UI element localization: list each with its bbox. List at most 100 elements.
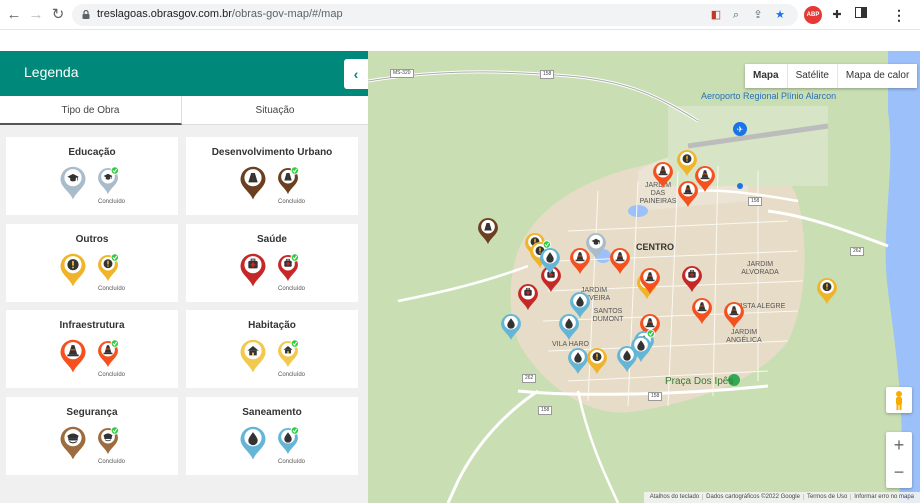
map-marker-11[interactable] (692, 298, 712, 325)
check-badge-icon (290, 253, 300, 262)
map-marker-0[interactable] (478, 218, 498, 245)
report-error-link[interactable]: Informar erro no mapa (851, 494, 917, 500)
map-marker-19[interactable] (587, 348, 607, 375)
concluido-label: Concluído (98, 372, 126, 378)
map-type-control: Mapa Satélite Mapa de calor (745, 64, 918, 88)
terms-link[interactable]: Termos de Uso (803, 494, 852, 500)
exclamation-icon (682, 154, 692, 164)
map-marker-5[interactable] (610, 248, 630, 275)
check-badge-icon (290, 426, 300, 435)
legend-pins (240, 166, 300, 200)
adblock-extension-icon[interactable]: ABP (804, 6, 822, 24)
check-badge-icon (646, 329, 656, 338)
exclamation-icon (103, 259, 113, 269)
map-marker-24[interactable] (695, 166, 715, 193)
zoom-in-button[interactable]: + (886, 435, 912, 456)
legend-pin[interactable] (240, 166, 266, 200)
legend-pins (240, 253, 300, 287)
legend-card-3: Saúde Concluído (186, 224, 358, 302)
zoom-icon[interactable]: ⌕ (728, 7, 744, 23)
map-attribution: Atalhos do teclado Dados cartográficos ©2… (643, 492, 920, 503)
legend-card-4: Infraestrutura Concluído (6, 310, 178, 388)
map-marker-22[interactable] (653, 162, 673, 189)
map-type-heatmap-button[interactable]: Mapa de calor (838, 64, 917, 88)
share-icon[interactable]: ⇪ (750, 7, 766, 23)
legend-pin-concluido[interactable] (98, 166, 120, 195)
map-marker-12[interactable] (724, 302, 744, 329)
address-bar[interactable]: treslagoas.obrasgov.com.br/obras-gov-map… (72, 4, 798, 26)
legend-pin-concluido[interactable] (98, 253, 120, 282)
concluido-label: Concluído (278, 199, 306, 205)
legend-card-7: Saneamento Concluído (186, 397, 358, 475)
legend-card-2: Outros Concluído (6, 224, 178, 302)
legend-pin-concluido[interactable] (278, 253, 300, 282)
street-view-pegman-button[interactable] (886, 387, 912, 413)
map-marker-3[interactable] (570, 248, 590, 275)
legend-card-0: Educação Concluído (6, 137, 178, 215)
concluido-label: Concluído (278, 459, 306, 465)
url-text: treslagoas.obrasgov.com.br/obras-gov-map… (97, 8, 343, 20)
check-badge-icon (290, 166, 300, 175)
check-badge-icon (110, 339, 120, 348)
legend-card-1: Desenvolvimento Urbano Concluído (186, 137, 358, 215)
legend-pins (240, 339, 300, 373)
legend-pin[interactable] (60, 166, 86, 200)
collapse-legend-button[interactable]: ‹ (344, 59, 368, 89)
lock-icon (82, 10, 90, 19)
legend-pin[interactable] (60, 253, 86, 287)
check-badge-icon (110, 426, 120, 435)
blocked-content-icon[interactable]: ◧ (708, 7, 724, 23)
legend-pin[interactable] (240, 253, 266, 287)
concluido-label: Concluído (278, 372, 306, 378)
back-arrow-icon[interactable]: ← (4, 5, 24, 25)
map-marker-25[interactable] (678, 181, 698, 208)
browser-menu-icon[interactable]: ⋮ (890, 6, 908, 24)
legend-pin-concluido[interactable] (278, 426, 300, 455)
zoom-out-button[interactable]: − (886, 462, 912, 483)
bookmark-star-icon[interactable]: ★ (772, 7, 788, 23)
legend-pins (60, 166, 120, 200)
extensions-puzzle-icon[interactable]: ✚ (828, 6, 846, 24)
keyboard-shortcuts-link[interactable]: Atalhos do teclado (646, 494, 704, 500)
map-canvas[interactable]: ✈ Aeroporto Regional Plínio Alarcon Praç… (368, 51, 920, 503)
concluido-label: Concluído (98, 286, 126, 292)
legend-pin-concluido[interactable] (278, 166, 300, 195)
map-marker-13[interactable] (570, 292, 590, 319)
legend-pins (60, 339, 120, 373)
exclamation-icon (592, 352, 602, 362)
legend-card-5: Habitação Concluído (186, 310, 358, 388)
legend-title: Legenda (24, 64, 79, 80)
map-marker-23[interactable] (677, 150, 697, 177)
legend-pins (60, 426, 120, 460)
legend-pin[interactable] (60, 339, 86, 373)
legend-panel: Legenda ‹ Tipo de Obra Situação Educação… (0, 51, 368, 503)
legend-card-6: Segurança Concluído (6, 397, 178, 475)
map-marker-15[interactable] (501, 314, 521, 341)
map-type-satelite-button[interactable]: Satélite (788, 64, 838, 88)
legend-pins (60, 253, 120, 287)
map-marker-26[interactable] (817, 278, 837, 305)
map-data-credit: Dados cartográficos ©2022 Google (703, 494, 804, 500)
legend-pins (240, 426, 300, 460)
legend-pin[interactable] (240, 426, 266, 460)
map-marker-14[interactable] (559, 314, 579, 341)
map-marker-18[interactable] (568, 348, 588, 375)
map-markers (478, 150, 837, 375)
map-marker-10[interactable] (682, 266, 702, 293)
legend-pin-concluido[interactable] (98, 339, 120, 368)
map-type-mapa-button[interactable]: Mapa (745, 64, 788, 88)
map-marker-7[interactable] (518, 284, 538, 311)
tab-situacao[interactable]: Situação (182, 96, 368, 125)
legend-pin[interactable] (60, 426, 86, 460)
concluido-label: Concluído (98, 459, 126, 465)
side-panel-icon[interactable] (852, 6, 870, 24)
legend-pin-concluido[interactable] (98, 426, 120, 455)
exclamation-icon (67, 259, 79, 271)
legend-pin[interactable] (240, 339, 266, 373)
concluido-label: Concluído (278, 286, 306, 292)
legend-pin-concluido[interactable] (278, 339, 300, 368)
reload-icon[interactable]: ↻ (48, 5, 68, 25)
zoom-control: + − (886, 432, 912, 488)
tab-tipo-de-obra[interactable]: Tipo de Obra (0, 96, 182, 125)
forward-arrow-icon[interactable]: → (26, 5, 46, 25)
